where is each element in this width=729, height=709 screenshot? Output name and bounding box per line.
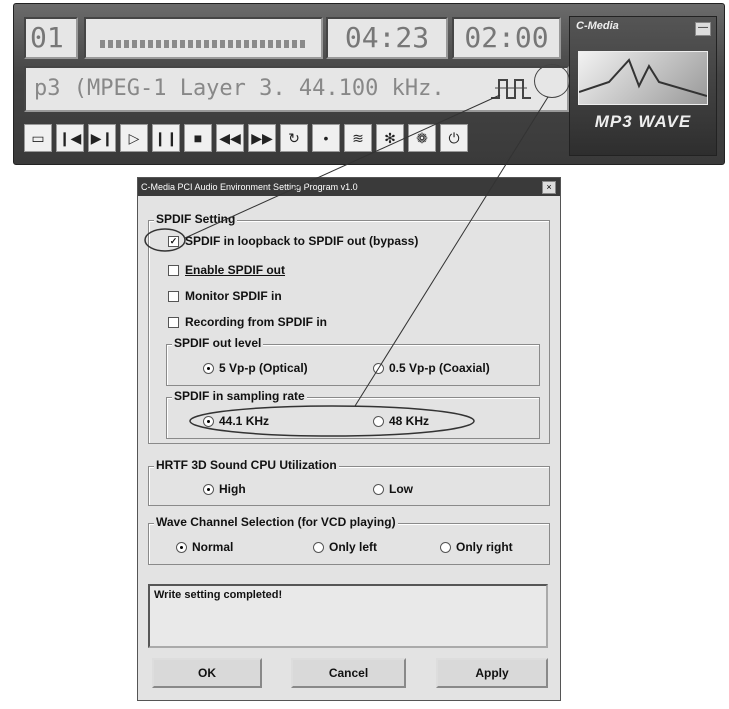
loopback-highlight-ellipse: [144, 228, 186, 252]
sampling-rate-highlight-ellipse: [189, 405, 475, 437]
annotation-overlay: [144, 94, 549, 437]
pointer-line-1: [184, 94, 501, 239]
pointer-line-2: [354, 96, 549, 407]
